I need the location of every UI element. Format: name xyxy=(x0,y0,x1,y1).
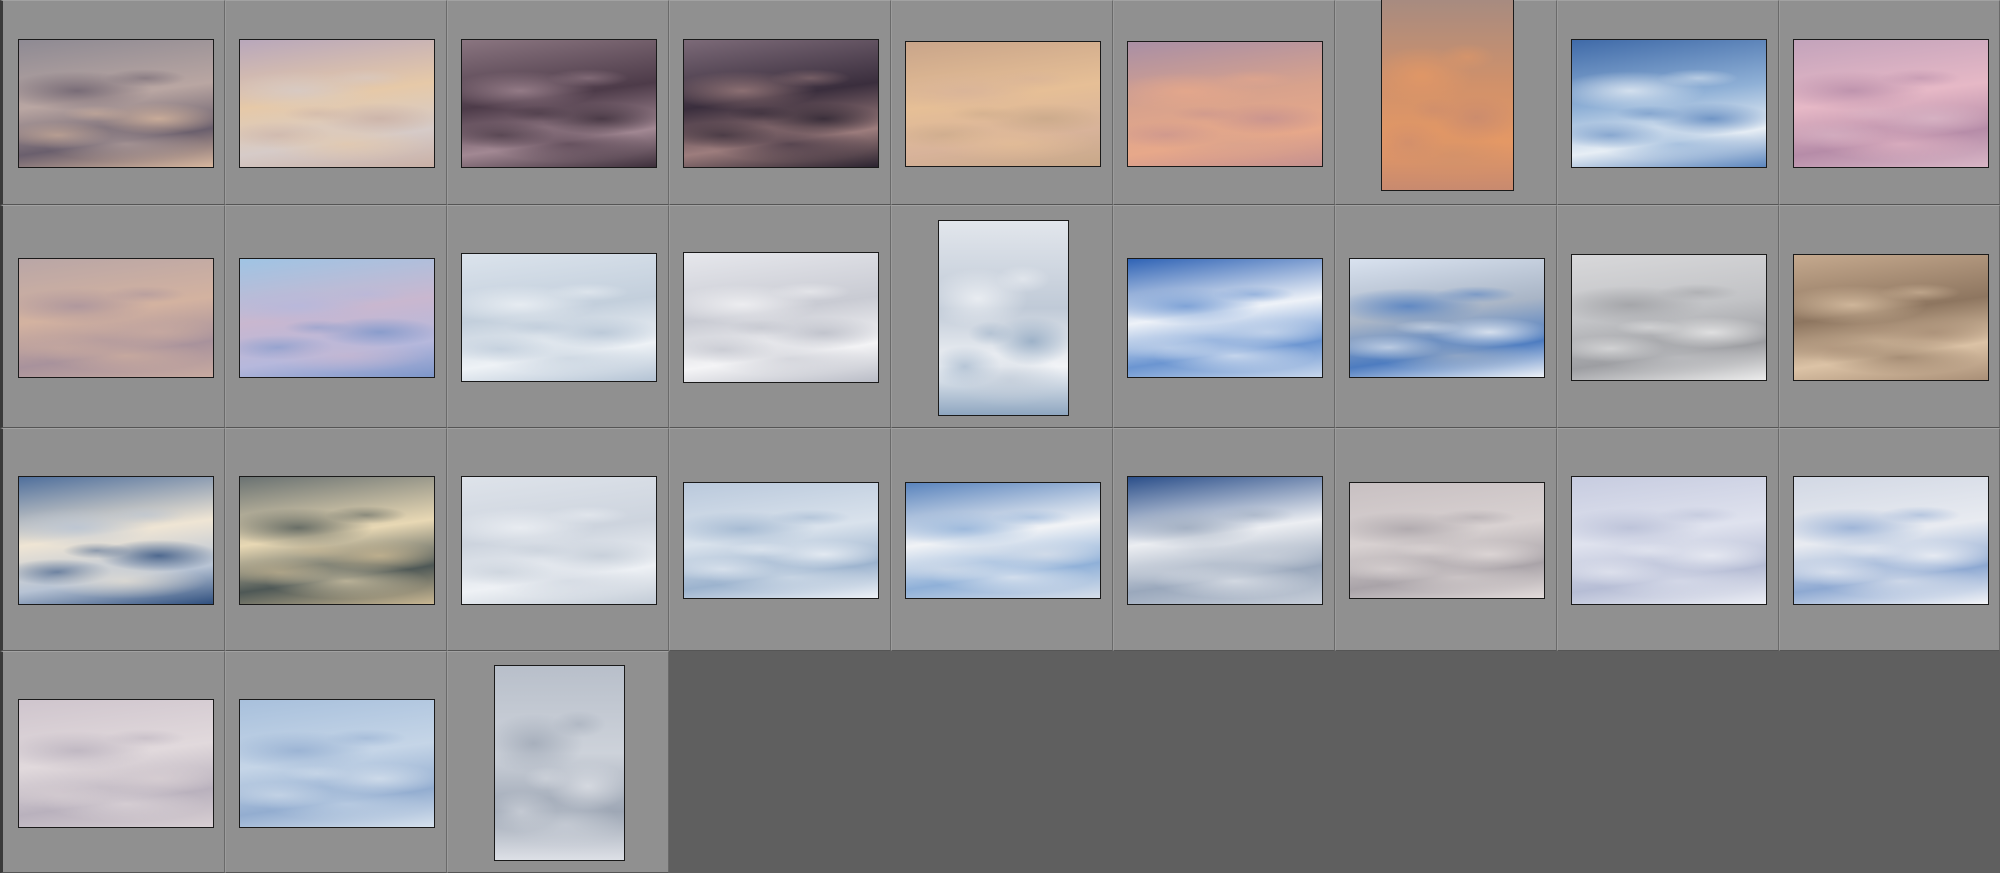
photo-thumbnail[interactable] xyxy=(18,699,214,828)
sky-image xyxy=(684,253,878,382)
grid-cell[interactable] xyxy=(447,428,669,651)
grid-cell[interactable] xyxy=(1779,428,2000,651)
grid-cell[interactable] xyxy=(0,205,225,428)
sky-image xyxy=(19,477,213,604)
grid-cell[interactable] xyxy=(1335,428,1557,651)
sky-image xyxy=(240,259,434,377)
sky-image xyxy=(1794,255,1988,380)
grid-cell[interactable] xyxy=(669,0,891,205)
sky-image xyxy=(240,40,434,167)
grid-cell[interactable] xyxy=(1335,0,1557,205)
grid-cell[interactable] xyxy=(225,428,447,651)
grid-cell[interactable] xyxy=(891,428,1113,651)
sky-image xyxy=(462,40,656,167)
sky-image xyxy=(1128,259,1322,377)
grid-cell[interactable] xyxy=(669,428,891,651)
sky-image xyxy=(906,483,1100,598)
grid-cell[interactable] xyxy=(1113,428,1335,651)
sky-image xyxy=(1794,477,1988,604)
sky-image xyxy=(1794,40,1988,167)
sky-image xyxy=(240,700,434,827)
photo-thumbnail[interactable] xyxy=(494,665,625,861)
grid-cell[interactable] xyxy=(447,205,669,428)
photo-thumbnail[interactable] xyxy=(1571,39,1767,168)
grid-cell[interactable] xyxy=(447,651,669,873)
grid-cell[interactable] xyxy=(1557,0,1779,205)
sky-image xyxy=(1572,477,1766,604)
sky-image xyxy=(1128,42,1322,166)
sky-image xyxy=(684,483,878,598)
sky-image xyxy=(1572,255,1766,380)
thumbnail-grid xyxy=(0,0,2000,873)
photo-thumbnail[interactable] xyxy=(1127,41,1323,167)
photo-thumbnail[interactable] xyxy=(461,39,657,168)
sky-image xyxy=(495,666,624,860)
sky-image xyxy=(906,42,1100,166)
grid-cell[interactable] xyxy=(1557,428,1779,651)
grid-cell[interactable] xyxy=(1557,205,1779,428)
sky-image xyxy=(1382,0,1513,190)
grid-cell[interactable] xyxy=(225,651,447,873)
photo-thumbnail[interactable] xyxy=(1127,476,1323,605)
grid-cell[interactable] xyxy=(1779,205,2000,428)
sky-image xyxy=(19,40,213,167)
photo-thumbnail[interactable] xyxy=(1793,254,1989,381)
grid-cell[interactable] xyxy=(891,0,1113,205)
sky-image xyxy=(1350,259,1544,377)
photo-thumbnail[interactable] xyxy=(683,482,879,599)
grid-cell[interactable] xyxy=(1335,205,1557,428)
grid-cell[interactable] xyxy=(225,205,447,428)
grid-cell[interactable] xyxy=(1779,0,2000,205)
photo-thumbnail[interactable] xyxy=(239,258,435,378)
grid-cell[interactable] xyxy=(225,0,447,205)
grid-cell[interactable] xyxy=(0,651,225,873)
photo-thumbnail[interactable] xyxy=(683,252,879,383)
photo-thumbnail[interactable] xyxy=(1349,482,1545,599)
grid-cell[interactable] xyxy=(1113,205,1335,428)
sky-image xyxy=(684,40,878,167)
sky-image xyxy=(19,259,213,377)
grid-cell[interactable] xyxy=(1113,0,1335,205)
sky-image xyxy=(462,254,656,381)
photo-thumbnail[interactable] xyxy=(1381,0,1514,191)
photo-thumbnail[interactable] xyxy=(1571,254,1767,381)
photo-thumbnail[interactable] xyxy=(1571,476,1767,605)
grid-cell[interactable] xyxy=(669,205,891,428)
photo-thumbnail[interactable] xyxy=(18,258,214,378)
grid-cell[interactable] xyxy=(0,0,225,205)
photo-thumbnail[interactable] xyxy=(1793,39,1989,168)
sky-image xyxy=(240,477,434,604)
photo-thumbnail[interactable] xyxy=(1793,476,1989,605)
photo-thumbnail[interactable] xyxy=(239,39,435,168)
grid-cell[interactable] xyxy=(891,205,1113,428)
photo-thumbnail[interactable] xyxy=(938,220,1069,416)
photo-thumbnail[interactable] xyxy=(1349,258,1545,378)
sky-image xyxy=(1350,483,1544,598)
sky-image xyxy=(939,221,1068,415)
sky-image xyxy=(462,477,656,604)
photo-thumbnail[interactable] xyxy=(461,253,657,382)
photo-thumbnail[interactable] xyxy=(461,476,657,605)
photo-thumbnail[interactable] xyxy=(683,39,879,168)
photo-thumbnail[interactable] xyxy=(18,476,214,605)
grid-cell[interactable] xyxy=(0,428,225,651)
sky-image xyxy=(1128,477,1322,604)
sky-image xyxy=(1572,40,1766,167)
grid-cell[interactable] xyxy=(447,0,669,205)
photo-thumbnail[interactable] xyxy=(1127,258,1323,378)
photo-thumbnail[interactable] xyxy=(239,699,435,828)
photo-thumbnail[interactable] xyxy=(18,39,214,168)
photo-thumbnail[interactable] xyxy=(905,482,1101,599)
photo-thumbnail[interactable] xyxy=(239,476,435,605)
sky-image xyxy=(19,700,213,827)
photo-thumbnail[interactable] xyxy=(905,41,1101,167)
